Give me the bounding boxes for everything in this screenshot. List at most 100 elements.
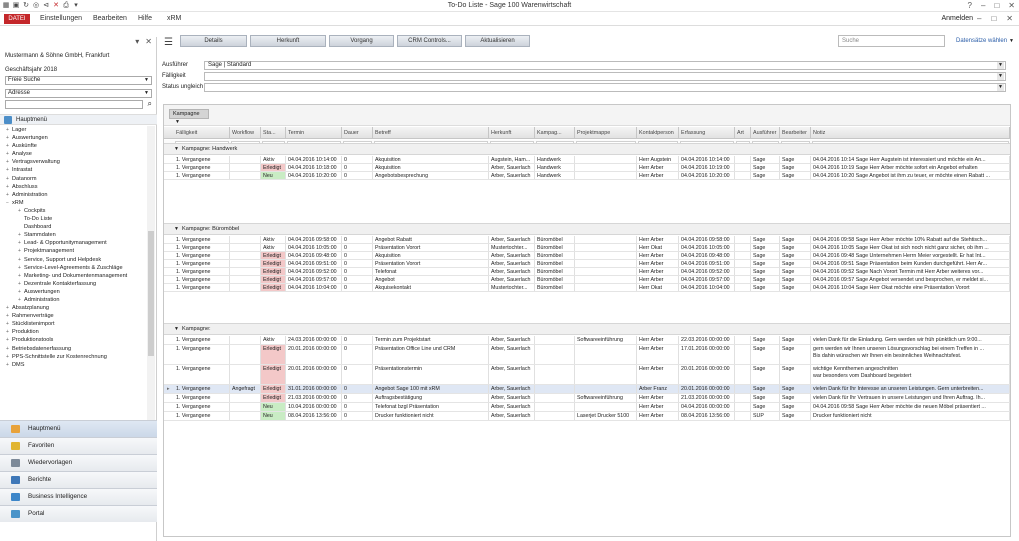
cell-erfassung[interactable]: 08.04.2016 13:56:00	[679, 412, 735, 420]
cell-projektmappe[interactable]	[575, 252, 637, 259]
column-header-kontakt[interactable]: Kontaktperson	[637, 127, 679, 139]
tree-item[interactable]: + Stammdaten	[0, 231, 147, 239]
cell-bearbeiter[interactable]: Sage	[780, 172, 811, 179]
cell-dauer[interactable]: 0	[342, 244, 373, 251]
filter-faelligkeit[interactable]: ▼	[204, 72, 1006, 81]
column-header-erfassung[interactable]: Erfassung	[679, 127, 735, 139]
cell-status[interactable]: Erledigt	[261, 365, 286, 384]
cell-notiz[interactable]: vielen Dank für Ihr Interesse an unseren…	[811, 385, 1010, 393]
cell-herkunft[interactable]: Arber, Sauerlach	[489, 276, 535, 283]
cell-erfassung[interactable]: 04.04.2016 09:48:00	[679, 252, 735, 259]
cell-notiz[interactable]: 04.04.2016 09:58 Sage Herr Arber möchte …	[811, 403, 1010, 411]
cell-herkunft[interactable]: Arber, Sauerlach	[489, 164, 535, 171]
cell-erfassung[interactable]: 04.04.2016 09:57:00	[679, 276, 735, 283]
tree-item[interactable]: + Rahmenverträge	[0, 312, 147, 320]
cell-art[interactable]	[735, 252, 751, 259]
group-row[interactable]: ▼ Kampagne:	[164, 323, 1010, 335]
cell-faelligkeit[interactable]: 1. Vergangene	[174, 276, 230, 283]
cell-bearbeiter[interactable]: Sage	[780, 345, 811, 364]
cell-herkunft[interactable]: Arber, Sauerlach	[489, 236, 535, 243]
nav-section-5[interactable]: Business Intelligence	[0, 488, 157, 505]
cell-status[interactable]: Aktiv	[261, 236, 286, 243]
tree-item[interactable]: + Intrastat	[0, 166, 147, 174]
cell-herkunft[interactable]: Arber, Sauerlach	[489, 252, 535, 259]
cell-workflow[interactable]	[230, 365, 261, 384]
cell-betreff[interactable]: Angebot Sage 100 mit xRM	[373, 385, 489, 393]
cell-herkunft[interactable]: Arber, Sauerlach	[489, 172, 535, 179]
cell-kontakt[interactable]: Herr Arber	[637, 365, 679, 384]
cell-kontakt[interactable]: Herr Arber	[637, 260, 679, 267]
cell-dauer[interactable]: 0	[342, 260, 373, 267]
cell-faelligkeit[interactable]: 1. Vergangene	[174, 412, 230, 420]
table-row[interactable]: 1. Vergangene Aktiv 24.03.2016 00:00:00 0 Te…	[164, 336, 1010, 345]
cell-dauer[interactable]: 0	[342, 252, 373, 259]
cell-projektmappe[interactable]	[575, 172, 637, 179]
crm-controls-button[interactable]: CRM Controls...	[397, 35, 462, 47]
cell-kampagne[interactable]: Büromöbel	[535, 236, 575, 243]
cell-notiz[interactable]: wichtige Kennthemen angeschnitten war be…	[811, 365, 1010, 384]
cell-status[interactable]: Erledigt	[261, 284, 286, 291]
refresh-button[interactable]: Aktualisieren	[465, 35, 530, 47]
cell-projektmappe[interactable]	[575, 284, 637, 291]
cell-faelligkeit[interactable]: 1. Vergangene	[174, 336, 230, 344]
doc-restore-icon[interactable]: □	[991, 14, 996, 23]
panel-close-icon[interactable]: ✕	[145, 37, 152, 46]
cell-termin[interactable]: 04.04.2016 09:48:00	[286, 252, 342, 259]
cell-notiz[interactable]: 04.04.2016 10:20 Sage Angebot ist ihm zu…	[811, 172, 1010, 179]
cell-bearbeiter[interactable]: Sage	[780, 276, 811, 283]
cell-faelligkeit[interactable]: 1. Vergangene	[174, 403, 230, 411]
table-row[interactable]: 1. Vergangene Aktiv 04.04.2016 10:05:00 0 Pr…	[164, 244, 1010, 252]
cell-ausfuehrer[interactable]: Sage	[751, 276, 780, 283]
cell-betreff[interactable]: Präsentation Office Line und CRM	[373, 345, 489, 364]
cell-kontakt[interactable]: Herr Arber	[637, 412, 679, 420]
cell-erfassung[interactable]: 22.03.2016 00:00:00	[679, 336, 735, 344]
cell-art[interactable]	[735, 268, 751, 275]
cell-bearbeiter[interactable]: Sage	[780, 156, 811, 163]
cell-termin[interactable]: 04.04.2016 09:58:00	[286, 236, 342, 243]
table-row[interactable]: 1. Vergangene Erledigt 20.01.2016 00:00:00…	[164, 365, 1010, 385]
search-field-select[interactable]: Adresse ▼	[5, 89, 152, 98]
cell-dauer[interactable]: 0	[342, 336, 373, 344]
cell-kampagne[interactable]: Handwerk	[535, 156, 575, 163]
cell-bearbeiter[interactable]: Sage	[780, 260, 811, 267]
tree-item[interactable]: + Cockpits	[0, 207, 147, 215]
cell-workflow[interactable]	[230, 260, 261, 267]
cell-notiz[interactable]: gern werden wir Ihnen unseren Lösungsvor…	[811, 345, 1010, 364]
cell-bearbeiter[interactable]: Sage	[780, 412, 811, 420]
cell-betreff[interactable]: Präsentationstermin	[373, 365, 489, 384]
tree-item[interactable]: + Administration	[0, 191, 147, 199]
cell-kampagne[interactable]	[535, 365, 575, 384]
cell-kampagne[interactable]	[535, 385, 575, 393]
cell-termin[interactable]: 20.01.2016 00:00:00	[286, 345, 342, 364]
cell-betreff[interactable]: Angebot Rabatt	[373, 236, 489, 243]
cell-art[interactable]	[735, 236, 751, 243]
cell-dauer[interactable]: 0	[342, 276, 373, 283]
tree-item[interactable]: + Administration	[0, 296, 147, 304]
chevron-down-icon[interactable]: ▼	[1009, 38, 1014, 44]
cell-art[interactable]	[735, 336, 751, 344]
cell-kontakt[interactable]: Arber Franz	[637, 385, 679, 393]
cell-kampagne[interactable]: Büromöbel	[535, 252, 575, 259]
tree-item[interactable]: + Marketing- und Dokumentenmanagement	[0, 272, 147, 280]
column-header-projektmappe[interactable]: Projektmappe	[575, 127, 637, 139]
search-mode-select[interactable]: Freie Suche ▼	[5, 76, 152, 85]
nav-section-3[interactable]: Wiedervorlagen	[0, 454, 157, 471]
cell-kampagne[interactable]	[535, 403, 575, 411]
doc-minimize-icon[interactable]: –	[977, 14, 981, 23]
details-button[interactable]: Details	[180, 35, 247, 47]
cell-termin[interactable]: 04.04.2016 09:52:00	[286, 268, 342, 275]
cell-projektmappe[interactable]	[575, 156, 637, 163]
cell-notiz[interactable]: 04.04.2016 09:51 Sage Präsentation beim …	[811, 260, 1010, 267]
collapse-icon[interactable]: ▼	[174, 324, 179, 335]
cell-faelligkeit[interactable]: 1. Vergangene	[174, 236, 230, 243]
cell-betreff[interactable]: Akquisition	[373, 164, 489, 171]
tree-item[interactable]: + Lead- & Opportunitymanagement	[0, 239, 147, 247]
tree-item[interactable]: + Projektmanagement	[0, 247, 147, 255]
cell-projektmappe[interactable]	[575, 244, 637, 251]
herkunft-button[interactable]: Herkunft	[250, 35, 326, 47]
cell-bearbeiter[interactable]: Sage	[780, 164, 811, 171]
cell-art[interactable]	[735, 164, 751, 171]
table-row[interactable]: 1. Vergangene Erledigt 20.01.2016 00:00:00…	[164, 345, 1010, 365]
cell-bearbeiter[interactable]: Sage	[780, 365, 811, 384]
cell-status[interactable]: Neu	[261, 172, 286, 179]
